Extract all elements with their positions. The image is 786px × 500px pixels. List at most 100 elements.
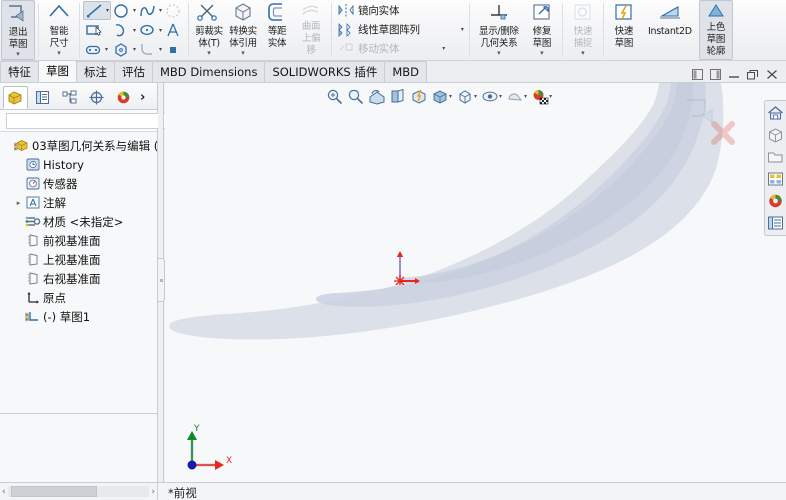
move-entities-button[interactable]: 移动实体 ▾ xyxy=(335,39,466,58)
view-settings-button[interactable] xyxy=(530,85,550,107)
graphics-area[interactable]: ▾ ▾ ▾ ▾ ▾ Y X xyxy=(165,83,786,482)
previous-view-button[interactable] xyxy=(367,85,387,107)
tree-expander[interactable]: ▸ xyxy=(13,199,24,207)
close-button[interactable] xyxy=(766,69,778,80)
arc-tool-button[interactable]: ▾ xyxy=(111,21,137,40)
tab-sketch[interactable]: 草图 xyxy=(38,60,77,82)
scroll-left-button[interactable]: ‹ xyxy=(2,487,6,497)
fillet-dropdown-icon[interactable]: ▾ xyxy=(159,46,162,53)
display-style-dropdown-icon[interactable]: ▾ xyxy=(449,93,452,100)
hide-show-items-button[interactable] xyxy=(455,85,475,107)
section-view-button[interactable] xyxy=(388,85,408,107)
tree-item-annotations[interactable]: ▸ 注解 xyxy=(0,193,157,212)
folder-icon[interactable] xyxy=(766,146,786,168)
linear-pattern-dropdown-icon[interactable]: ▾ xyxy=(461,26,464,33)
smart-dimension-button[interactable]: 智能 尺寸 ▾ xyxy=(42,0,76,60)
tree-item-top-plane[interactable]: 上视基准面 xyxy=(0,250,157,269)
line-dropdown-icon[interactable]: ▾ xyxy=(106,7,109,14)
mirror-entities-button[interactable]: 镜向实体 xyxy=(335,1,466,20)
quick-snaps-button[interactable]: 快速 捕捉 ▾ xyxy=(566,0,600,60)
smart-dimension-dropdown-icon[interactable]: ▾ xyxy=(57,50,61,57)
tab-mbd-dimensions[interactable]: MBD Dimensions xyxy=(152,61,266,82)
view-settings-dropdown-icon[interactable]: ▾ xyxy=(549,93,552,100)
shaded-sketch-contours-button[interactable]: 上色 草图 轮廓 xyxy=(698,0,733,60)
restore-panel-right-button[interactable] xyxy=(710,69,721,80)
home-icon[interactable] xyxy=(766,102,786,124)
dimxpert-manager-tab[interactable] xyxy=(84,86,109,109)
repair-sketch-dropdown-icon[interactable]: ▾ xyxy=(540,50,544,57)
quick-sketch-button[interactable]: 快速 草图 xyxy=(607,0,641,60)
restore-button[interactable] xyxy=(747,69,759,80)
appearances-icon[interactable] xyxy=(766,190,786,212)
spline-dropdown-icon[interactable]: ▾ xyxy=(159,7,162,14)
ellipse-dropdown-icon[interactable]: ▾ xyxy=(159,27,162,34)
trim-dropdown-icon[interactable]: ▾ xyxy=(207,50,211,57)
tab-evaluate[interactable]: 评估 xyxy=(114,61,153,82)
circle-tool-button[interactable]: ▾ xyxy=(111,1,137,20)
ellipse-tool-button[interactable]: ▾ xyxy=(137,21,163,40)
tree-item-sensors[interactable]: 传感器 xyxy=(0,174,157,193)
tab-solidworks-addins[interactable]: SOLIDWORKS 插件 xyxy=(264,61,386,82)
library-icon[interactable] xyxy=(766,168,786,190)
tree-item-origin[interactable]: 原点 xyxy=(0,288,157,307)
instant2d-button[interactable]: Instant2D xyxy=(641,0,699,60)
convert-entities-button[interactable]: 转换实 体引用 ▾ xyxy=(226,0,260,60)
line-tool-button[interactable]: ▾ xyxy=(83,1,112,20)
relations-dropdown-icon[interactable]: ▾ xyxy=(497,50,501,57)
display-manager-tab[interactable] xyxy=(111,86,136,109)
surface-offset-button[interactable]: 曲面 上偏 移 xyxy=(294,0,328,60)
slot-dropdown-icon[interactable]: ▾ xyxy=(105,46,108,53)
restore-panel-left-button[interactable] xyxy=(692,69,703,80)
scrollbar-track[interactable] xyxy=(7,486,150,497)
display-style-button[interactable] xyxy=(430,85,450,107)
sketch-fillet-tool-button[interactable]: ▾ xyxy=(137,40,163,59)
minimize-button[interactable] xyxy=(728,69,740,80)
tree-item-front-plane[interactable]: 前视基准面 xyxy=(0,231,157,250)
zoom-to-fit-button[interactable] xyxy=(325,85,345,107)
view-orientation-button[interactable] xyxy=(409,85,429,107)
slot-tool-button[interactable]: ▾ xyxy=(83,40,111,59)
trim-entities-button[interactable]: 剪裁实 体(T) ▾ xyxy=(192,0,226,60)
tree-item-material[interactable]: 材质 <未指定> xyxy=(0,212,157,231)
property-manager-tab[interactable] xyxy=(30,86,55,109)
circle-dropdown-icon[interactable]: ▾ xyxy=(133,7,136,14)
move-entities-dropdown-icon[interactable]: ▾ xyxy=(442,45,445,52)
tree-item-history[interactable]: History xyxy=(0,155,157,174)
scroll-right-button[interactable]: › xyxy=(151,487,155,497)
offset-entities-button[interactable]: 等距 实体 xyxy=(260,0,294,60)
construction-geometry-button[interactable] xyxy=(163,1,185,20)
scene-dropdown-icon[interactable]: ▾ xyxy=(524,93,527,100)
rectangle-tool-button[interactable] xyxy=(83,21,111,40)
appearance-dropdown-icon[interactable]: ▾ xyxy=(499,93,502,100)
panel-more-tabs-button[interactable]: › xyxy=(140,90,145,105)
panel-collapse-handle[interactable] xyxy=(158,258,165,302)
zoom-to-area-button[interactable] xyxy=(346,85,366,107)
spline-tool-button[interactable]: ▾ xyxy=(137,1,163,20)
apply-scene-button[interactable] xyxy=(505,85,525,107)
hide-show-dropdown-icon[interactable]: ▾ xyxy=(474,93,477,100)
point-tool-button[interactable] xyxy=(163,40,185,59)
quick-snaps-dropdown-icon[interactable]: ▾ xyxy=(581,50,585,57)
custom-properties-icon[interactable] xyxy=(766,212,786,234)
scrollbar-thumb[interactable] xyxy=(10,486,97,497)
exit-sketch-dropdown-icon[interactable]: ▾ xyxy=(16,51,20,58)
tab-features[interactable]: 特征 xyxy=(0,61,39,82)
edit-appearance-button[interactable] xyxy=(480,85,500,107)
display-delete-relations-button[interactable]: 显示/删除 几何关系 ▾ xyxy=(473,0,525,60)
linear-sketch-pattern-button[interactable]: 线性草图阵列 ▾ xyxy=(335,20,466,39)
repair-sketch-button[interactable]: 修复 草图 ▾ xyxy=(525,0,559,60)
configuration-manager-tab[interactable] xyxy=(57,86,82,109)
panel-horizontal-scrollbar[interactable]: ‹ › xyxy=(0,483,158,500)
polygon-tool-button[interactable]: ▾ xyxy=(111,40,137,59)
tree-item-sketch1[interactable]: (-) 草图1 xyxy=(0,307,157,326)
feature-manager-tab[interactable] xyxy=(3,85,28,109)
tree-item-right-plane[interactable]: 右视基准面 xyxy=(0,269,157,288)
convert-dropdown-icon[interactable]: ▾ xyxy=(241,50,245,57)
arc-dropdown-icon[interactable]: ▾ xyxy=(133,27,136,34)
package-icon[interactable] xyxy=(766,124,786,146)
text-tool-button[interactable] xyxy=(163,21,185,40)
exit-sketch-button[interactable]: 退出 草图 ▾ xyxy=(1,0,35,60)
polygon-dropdown-icon[interactable]: ▾ xyxy=(133,46,136,53)
tab-markup[interactable]: 标注 xyxy=(76,61,115,82)
tab-mbd[interactable]: MBD xyxy=(384,61,428,82)
